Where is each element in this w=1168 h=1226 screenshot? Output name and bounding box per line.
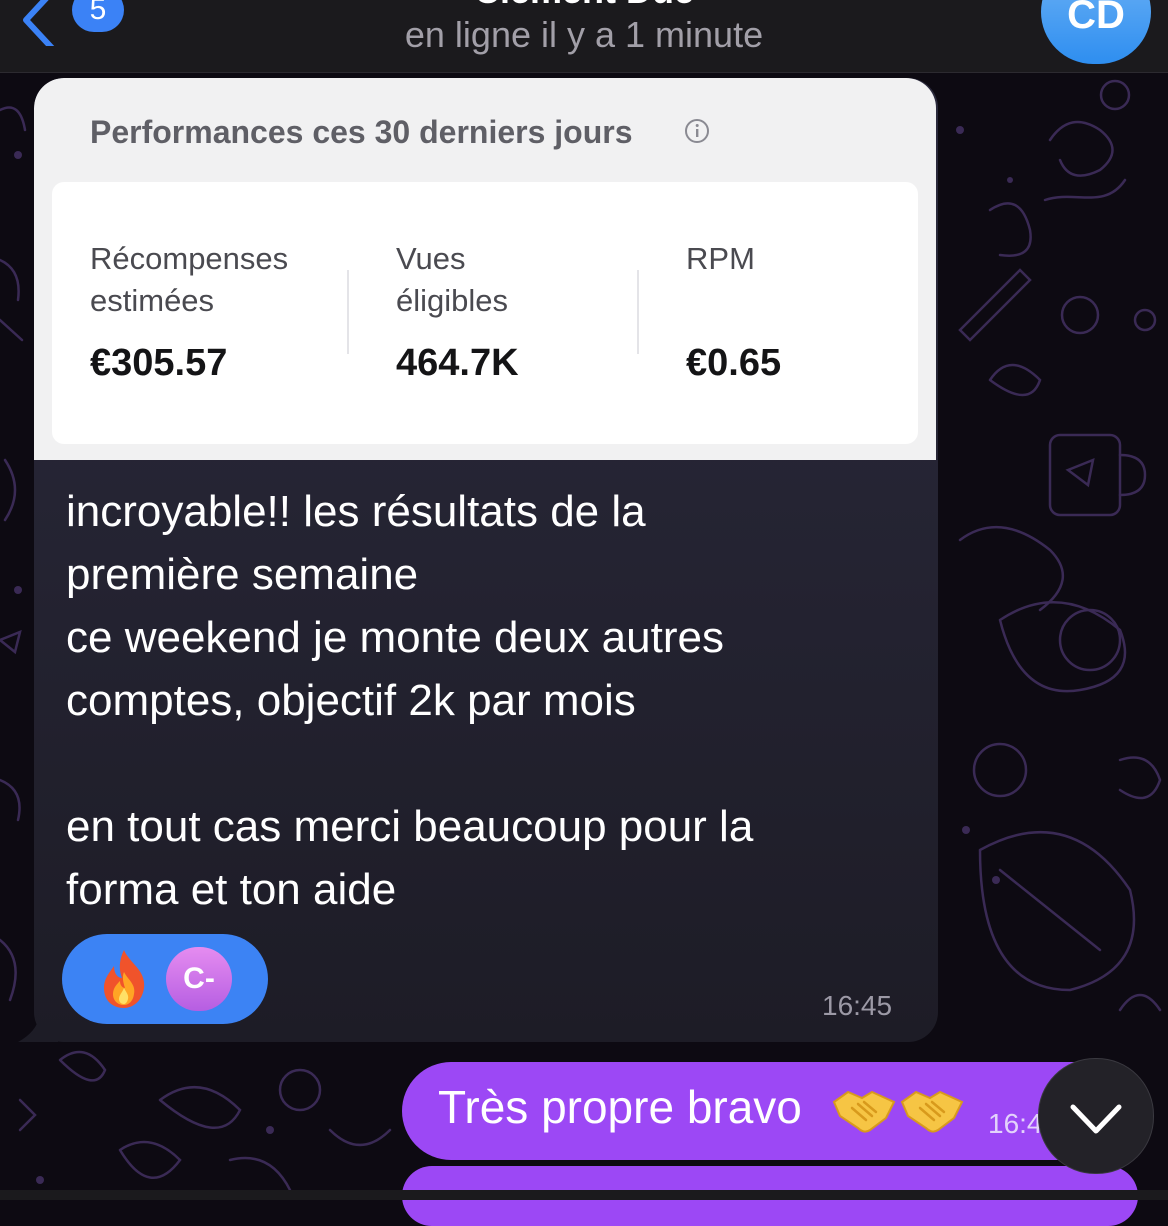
outgoing-message-bubble[interactable]: Très propre bravo 16:4 bbox=[402, 1062, 1122, 1160]
handshake-icon bbox=[832, 1090, 896, 1133]
chat-header: 5 Clément Duc en ligne il y a 1 minute C… bbox=[0, 0, 1168, 73]
scroll-to-bottom-button[interactable] bbox=[1038, 1058, 1154, 1174]
chevron-down-icon bbox=[1070, 1104, 1122, 1134]
reaction-user-avatar: C- bbox=[166, 947, 232, 1011]
stats-box: Récompenses estimées €305.57 Vues éligib… bbox=[52, 182, 918, 444]
fire-icon bbox=[104, 950, 145, 1008]
stat-label: Vues éligibles bbox=[396, 241, 509, 318]
stat-divider bbox=[347, 270, 349, 354]
stat-estimated-rewards: Récompenses estimées €305.57 bbox=[90, 238, 289, 384]
outgoing-message-time: 16:4 bbox=[988, 1108, 1043, 1139]
unread-count-badge[interactable]: 5 bbox=[72, 0, 124, 32]
incoming-message-bubble[interactable]: Performances ces 30 derniers jours Récom… bbox=[34, 78, 938, 1042]
stat-value: €0.65 bbox=[686, 342, 782, 384]
contact-name[interactable]: Clément Duc bbox=[384, 0, 784, 12]
reaction-pill[interactable]: C- bbox=[62, 934, 268, 1024]
incoming-message-time: 16:45 bbox=[822, 990, 893, 1021]
info-icon bbox=[685, 119, 709, 143]
bottom-bar bbox=[0, 1190, 1168, 1200]
incoming-message-text: incroyable!! les résultats de la premièr… bbox=[66, 487, 754, 914]
back-arrow-icon[interactable] bbox=[14, 0, 60, 46]
performance-card-title: Performances ces 30 derniers jours bbox=[90, 114, 633, 150]
stat-label: RPM bbox=[686, 241, 755, 276]
performance-card-image[interactable]: Performances ces 30 derniers jours Récom… bbox=[34, 78, 936, 460]
stat-value: €305.57 bbox=[90, 342, 228, 384]
stat-value: 464.7K bbox=[396, 342, 519, 384]
handshake-icon bbox=[900, 1090, 964, 1133]
stat-eligible-views: Vues éligibles 464.7K bbox=[396, 238, 519, 384]
outgoing-message-text: Très propre bravo bbox=[438, 1081, 802, 1133]
stat-divider bbox=[637, 270, 639, 354]
contact-status: en ligne il y a 1 minute bbox=[404, 14, 764, 55]
stat-label: Récompenses estimées bbox=[90, 241, 289, 318]
contact-avatar[interactable]: CD bbox=[1041, 0, 1151, 64]
stat-rpm: RPM €0.65 bbox=[686, 238, 781, 384]
